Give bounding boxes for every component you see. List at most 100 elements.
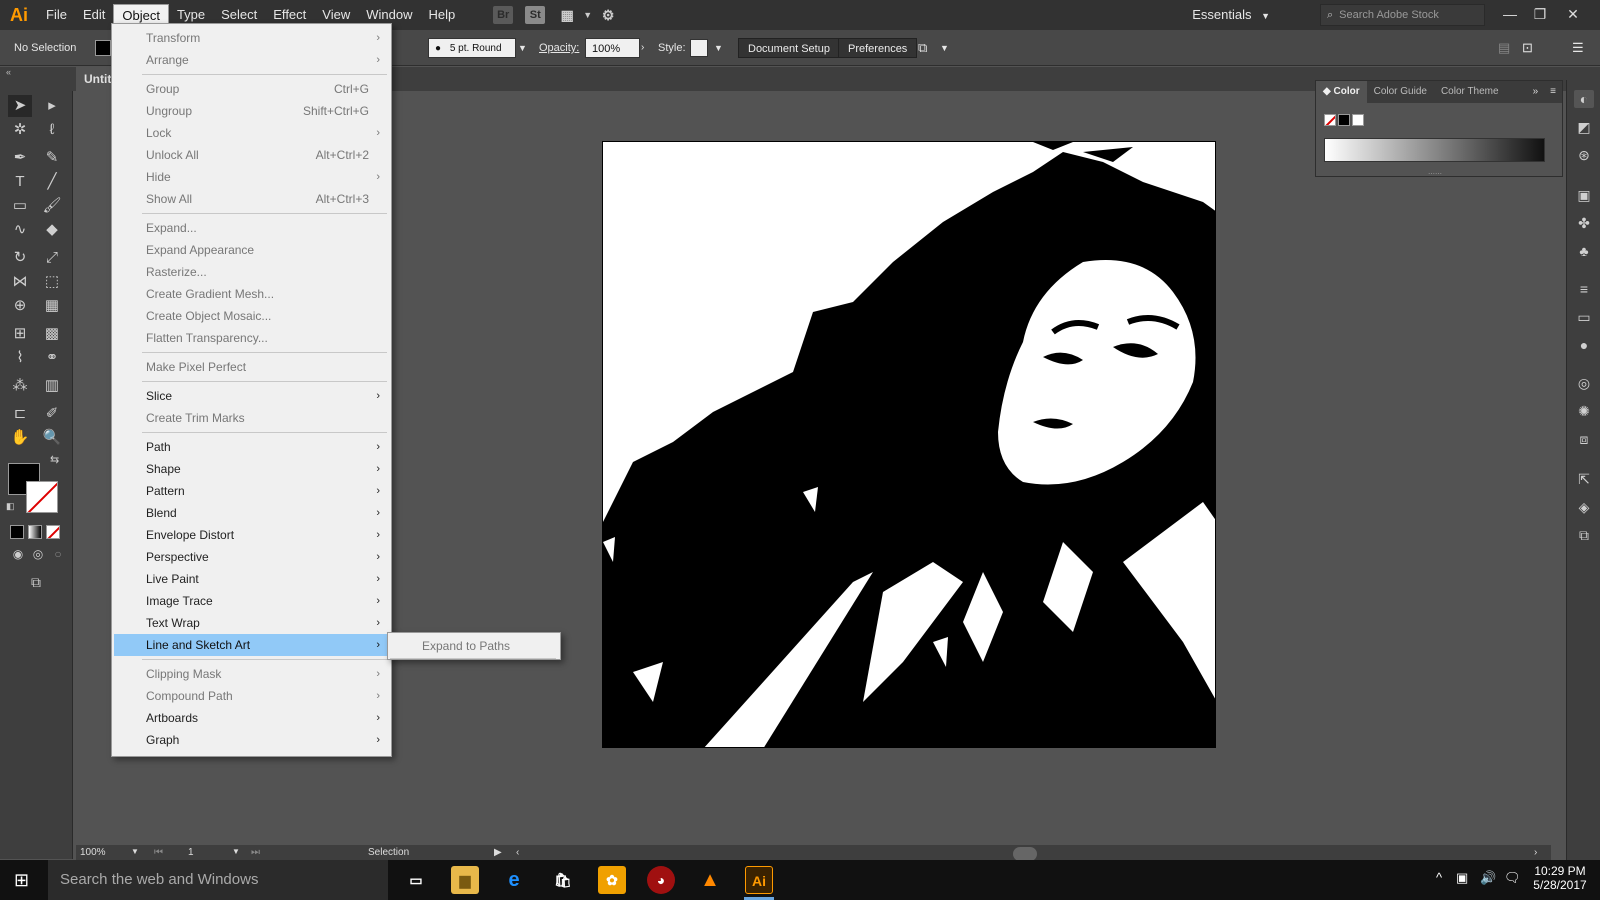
transparency-icon[interactable]: ●: [1574, 336, 1594, 354]
stroke-color-swatch[interactable]: [26, 481, 58, 513]
graphic-styles-icon[interactable]: ✺: [1574, 402, 1594, 420]
hand-tool-icon[interactable]: ✋: [8, 427, 32, 449]
appearance-icon[interactable]: ◎: [1574, 374, 1594, 392]
zoom-level[interactable]: 100%: [80, 847, 106, 858]
gradient-icon[interactable]: ▭: [1574, 308, 1594, 326]
stroke-icon[interactable]: ≡: [1574, 280, 1594, 298]
column-graph-tool-icon[interactable]: ▥: [40, 375, 64, 397]
align-icon[interactable]: ▤: [1498, 38, 1510, 58]
arrange-chevron-icon[interactable]: ▼: [940, 38, 949, 58]
document-setup-button[interactable]: Document Setup: [738, 38, 840, 58]
edge-browser-icon[interactable]: e: [500, 866, 528, 894]
menu-item-make-pixel-perfect[interactable]: Make Pixel Perfect: [114, 356, 389, 378]
eyedropper-tool-icon[interactable]: ⌇: [8, 347, 32, 369]
swap-fill-stroke-icon[interactable]: ⇆: [50, 453, 59, 466]
menu-edit[interactable]: Edit: [75, 4, 113, 26]
brushes-icon[interactable]: ✤: [1574, 214, 1594, 232]
taskbar-search-box[interactable]: Search the web and Windows: [48, 860, 388, 900]
last-artboard-icon[interactable]: ⏭: [251, 847, 260, 858]
scroll-right-icon[interactable]: ›: [1534, 847, 1537, 858]
menu-item-graph[interactable]: Graph ›: [114, 729, 389, 751]
symbols-icon[interactable]: ♣: [1574, 242, 1594, 260]
artboard-chevron-icon[interactable]: ▼: [232, 847, 240, 856]
minimize-button[interactable]: —: [1497, 4, 1523, 24]
menu-item-group[interactable]: Group Ctrl+G: [114, 78, 389, 100]
menu-item-transform[interactable]: Transform ›: [114, 27, 389, 49]
panel-menu-icon[interactable]: ≡: [1544, 81, 1562, 103]
style-swatch[interactable]: [690, 39, 708, 57]
menu-item-pattern[interactable]: Pattern ›: [114, 480, 389, 502]
width-tool-icon[interactable]: ⋈: [8, 271, 32, 293]
white-swatch[interactable]: [1352, 114, 1364, 126]
zoom-tool-icon[interactable]: 🔍: [40, 427, 64, 449]
none-mode-icon[interactable]: [46, 525, 60, 539]
fill-swatch[interactable]: [95, 40, 111, 56]
tab-color-guide[interactable]: Color Guide: [1367, 81, 1434, 103]
menu-help[interactable]: Help: [420, 4, 463, 26]
curvature-tool-icon[interactable]: ✎: [40, 147, 64, 169]
expand-panel-icon[interactable]: »: [1527, 81, 1545, 103]
tab-color-theme[interactable]: Color Theme: [1434, 81, 1506, 103]
menu-item-line-and-sketch-art[interactable]: Line and Sketch Art ›: [114, 634, 389, 656]
first-artboard-icon[interactable]: ⏮: [154, 847, 163, 858]
menu-item-shape[interactable]: Shape ›: [114, 458, 389, 480]
menu-item-perspective[interactable]: Perspective ›: [114, 546, 389, 568]
artboard-number[interactable]: 1: [188, 847, 194, 858]
clock[interactable]: 10:29 PM 5/28/2017: [1530, 864, 1590, 892]
lasso-tool-icon[interactable]: ℓ: [40, 119, 64, 141]
notifications-icon[interactable]: 🗨: [1504, 870, 1521, 886]
draw-inside-icon[interactable]: ○: [46, 543, 70, 565]
horizontal-scrollbar-thumb[interactable]: [1013, 847, 1037, 861]
direct-selection-tool-icon[interactable]: ▸: [40, 95, 64, 117]
volume-icon[interactable]: 🔊: [1480, 870, 1496, 886]
type-tool-icon[interactable]: T: [8, 171, 32, 193]
eraser-tool-icon[interactable]: ◆: [40, 219, 64, 241]
symbol-sprayer-tool-icon[interactable]: ⁂: [8, 375, 32, 397]
screen-mode-icon[interactable]: ⧉: [24, 571, 48, 593]
app-icon-orange[interactable]: ✿: [598, 866, 626, 894]
slice-tool-icon[interactable]: ✐: [40, 403, 64, 425]
arrange-dropdown-chevron-icon[interactable]: ▼: [583, 10, 592, 20]
menu-item-blend[interactable]: Blend ›: [114, 502, 389, 524]
preferences-button[interactable]: Preferences: [838, 38, 918, 58]
libraries-icon[interactable]: ▣: [1574, 186, 1594, 204]
shape-builder-tool-icon[interactable]: ⊕: [8, 295, 32, 317]
opacity-label[interactable]: Opacity:: [539, 38, 579, 58]
vlc-icon[interactable]: ▲: [696, 866, 724, 894]
store-icon[interactable]: 🛍: [549, 866, 577, 894]
network-icon[interactable]: ▣: [1456, 870, 1468, 886]
arrange-documents-icon[interactable]: ▦: [557, 6, 577, 24]
menu-item-show-all[interactable]: Show All Alt+Ctrl+3: [114, 188, 389, 210]
scale-tool-icon[interactable]: ⤢: [40, 247, 64, 269]
color-mode-icon[interactable]: [10, 525, 24, 539]
menu-item-lock[interactable]: Lock ›: [114, 122, 389, 144]
file-explorer-icon[interactable]: ▆: [451, 866, 479, 894]
adobe-stock-search[interactable]: ⌕ Search Adobe Stock: [1320, 4, 1485, 26]
color-panel-icon[interactable]: ◐: [1574, 90, 1594, 108]
shaper-tool-icon[interactable]: ∿: [8, 219, 32, 241]
rotate-tool-icon[interactable]: ↻: [8, 247, 32, 269]
style-chevron-icon[interactable]: ▼: [714, 38, 723, 58]
opacity-field[interactable]: 100%: [585, 38, 640, 58]
default-fill-stroke-icon[interactable]: ◧: [6, 501, 15, 512]
menu-file[interactable]: File: [38, 4, 75, 26]
collapse-toolbar-icon[interactable]: «: [6, 67, 11, 77]
menu-item-envelope-distort[interactable]: Envelope Distort ›: [114, 524, 389, 546]
free-transform-tool-icon[interactable]: ⬚: [40, 271, 64, 293]
artboard-tool-icon[interactable]: ⊏: [8, 403, 32, 425]
menu-item-rasterize[interactable]: Rasterize...: [114, 261, 389, 283]
gpu-performance-icon[interactable]: ⚙: [598, 6, 618, 24]
workspace-switcher[interactable]: Essentials ▼: [1192, 4, 1270, 27]
black-swatch[interactable]: [1338, 114, 1350, 126]
menu-item-expand[interactable]: Expand...: [114, 217, 389, 239]
illustrator-taskbar-icon[interactable]: Ai: [745, 866, 773, 894]
stroke-profile-field[interactable]: ● 5 pt. Round: [428, 38, 516, 58]
bridge-button[interactable]: Br: [493, 6, 514, 24]
selection-tool-icon[interactable]: ➤: [8, 95, 32, 117]
export-icon[interactable]: ⇱: [1574, 470, 1594, 488]
asset-export-icon[interactable]: ⧈: [1574, 430, 1594, 448]
menu-item-image-trace[interactable]: Image Trace ›: [114, 590, 389, 612]
menu-item-create-object-mosaic[interactable]: Create Object Mosaic...: [114, 305, 389, 327]
none-swatch[interactable]: [1324, 114, 1336, 126]
windows-start-icon[interactable]: ⊞: [14, 870, 29, 891]
